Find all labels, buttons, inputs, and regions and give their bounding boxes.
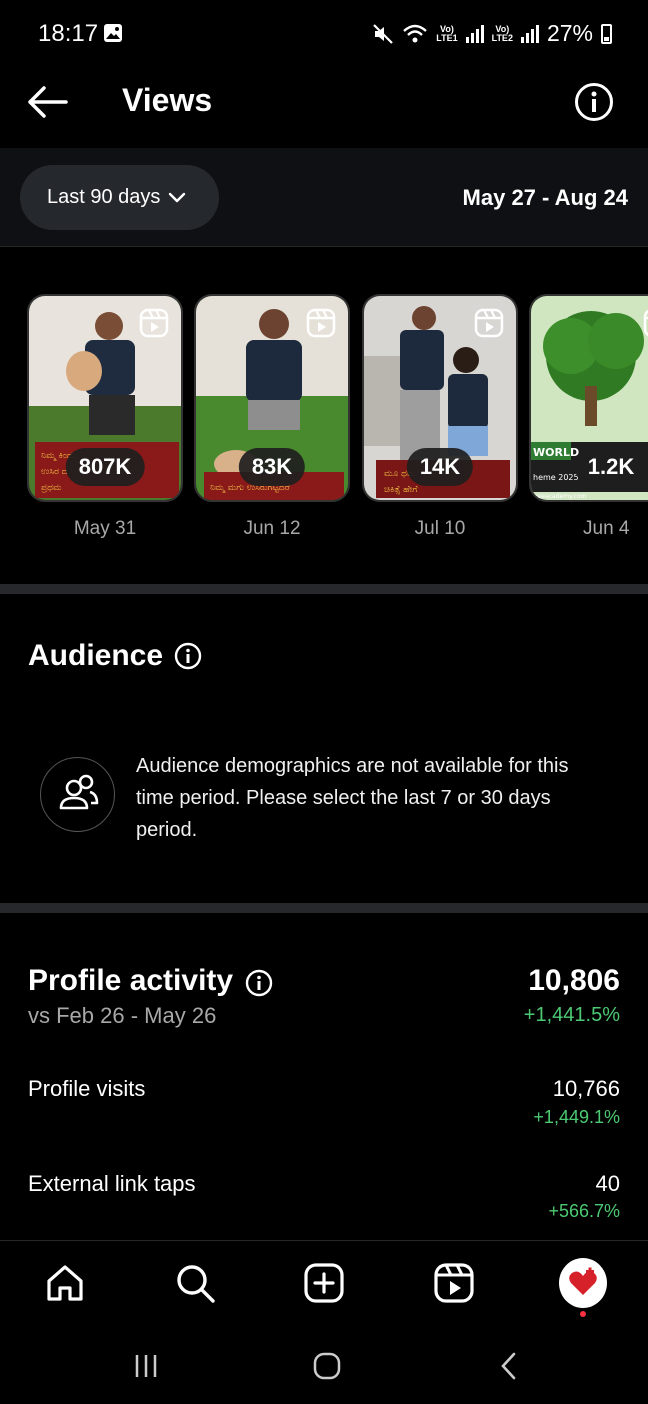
reel-icon	[643, 309, 648, 337]
external-link-taps-label: External link taps	[28, 1171, 196, 1196]
svg-text:ಪ್ರಥಮ: ಪ್ರಥಮ	[41, 483, 62, 493]
date-filter-bar: Last 90 days May 27 - Aug 24	[0, 148, 648, 247]
profile-visits-value: 10,766	[552, 1076, 620, 1101]
home-icon	[47, 1265, 83, 1301]
back-chevron-icon	[501, 1352, 516, 1380]
svg-text:ಉಸಿರ ದ: ಉಸಿರ ದ	[41, 467, 68, 477]
reel-date: Jul 10	[414, 518, 466, 539]
back-system-button[interactable]	[489, 1346, 529, 1386]
date-range-text: May 27 - Aug 24	[462, 185, 628, 210]
reel-card[interactable]: WORLD heme 2025 treeacademy.com 1.2K Jun…	[529, 294, 648, 540]
status-time: 18:17	[38, 20, 99, 47]
reel-card[interactable]: ಮೂ ಥಮ ಚಿಕಿತ್ಸೆ ಹೇಗೆ 14K Jul 10	[362, 294, 518, 540]
reel-views-badge: 807K	[65, 448, 145, 486]
signal-1-icon	[465, 24, 484, 43]
info-icon[interactable]	[574, 82, 614, 122]
nav-search[interactable]	[171, 1259, 219, 1307]
audience-people-badge	[40, 757, 115, 832]
reel-thumbnail[interactable]: ಮೂ ಥಮ ಚಿಕಿತ್ಸೆ ಹೇಗೆ 14K	[362, 294, 518, 502]
recent-apps-icon	[135, 1355, 157, 1377]
reel-views-badge: 83K	[238, 448, 306, 486]
profile-activity-total: 10,806	[528, 964, 620, 997]
network-2-label: Vo) LTE2	[491, 23, 513, 43]
back-arrow-icon[interactable]	[24, 82, 70, 122]
signal-2-icon	[520, 24, 539, 43]
profile-logo-icon	[569, 1267, 597, 1295]
battery-percent: 27%	[546, 20, 593, 46]
system-navigation-bar	[0, 1328, 648, 1404]
search-icon	[177, 1265, 215, 1303]
reel-card[interactable]: ನಿಮ್ಮ ಮಗು ಉಸಿರುಗಟ್ಟಿದರೆ 83K Jun 12	[194, 294, 350, 540]
profile-activity-title: Profile activity	[28, 964, 234, 997]
wifi-icon	[403, 24, 428, 42]
profile-avatar	[559, 1258, 607, 1308]
home-system-button[interactable]	[307, 1346, 347, 1386]
bottom-navigation	[0, 1240, 648, 1328]
reel-thumbnail[interactable]: WORLD heme 2025 treeacademy.com 1.2K	[529, 294, 648, 502]
reel-card[interactable]: ನಿಮ್ಮ ಕಿಂದು ಉಸಿರ ದ ಪ್ರಥಮ 807K May 31	[27, 294, 183, 540]
nav-profile[interactable]	[559, 1258, 607, 1317]
audience-unavailable-message: Audience demographics are not available …	[136, 755, 569, 841]
reel-date: Jun 12	[243, 518, 301, 539]
profile-visits-change: +1,449.1%	[533, 1107, 620, 1127]
nav-create[interactable]	[300, 1259, 348, 1307]
audience-info-icon[interactable]	[174, 642, 202, 670]
profile-activity-compare-period: vs Feb 26 - May 26	[28, 1003, 217, 1028]
svg-text:treeacademy.com: treeacademy.com	[533, 493, 587, 500]
reel-thumbnail[interactable]: ನಿಮ್ಮ ಮಗು ಉಸಿರುಗಟ್ಟಿದರೆ 83K	[194, 294, 350, 502]
nav-home[interactable]	[41, 1259, 89, 1307]
profile-activity-total-change: +1,441.5%	[523, 1004, 620, 1026]
reels-icon	[434, 1263, 474, 1303]
people-icon	[59, 774, 99, 810]
header: Views	[0, 68, 648, 148]
reel-views-badge: 14K	[406, 448, 474, 486]
page-title: Views	[122, 82, 213, 118]
audience-title: Audience	[28, 639, 164, 672]
svg-text:heme 2025: heme 2025	[533, 473, 579, 482]
chevron-down-icon	[169, 192, 186, 202]
date-range-dropdown[interactable]: Last 90 days	[20, 165, 219, 230]
top-content-carousel[interactable]: ನಿಮ್ಮ ಕಿಂದು ಉಸಿರ ದ ಪ್ರಥಮ 807K May 31 ನಿಮ…	[0, 294, 648, 554]
svg-text:WORLD: WORLD	[533, 446, 579, 459]
reel-date: Jun 4	[583, 518, 630, 539]
nav-reels[interactable]	[430, 1259, 478, 1307]
battery-icon	[601, 23, 612, 44]
mute-icon	[373, 23, 394, 44]
reel-views-badge: 1.2K	[574, 448, 648, 486]
section-divider	[0, 584, 648, 594]
reel-icon	[139, 308, 169, 338]
home-circle-icon	[313, 1352, 341, 1380]
reel-date: May 31	[73, 518, 137, 539]
reel-icon	[474, 308, 504, 338]
section-divider	[0, 903, 648, 913]
create-icon	[304, 1263, 344, 1303]
gallery-notification-icon	[104, 24, 122, 42]
date-range-dropdown-label: Last 90 days	[47, 186, 161, 208]
recent-apps-button[interactable]	[126, 1346, 166, 1386]
svg-text:ಚಿಕಿತ್ಸೆ ಹೇಗೆ: ಚಿಕಿತ್ಸೆ ಹೇಗೆ	[384, 485, 418, 495]
external-link-taps-change: +566.7%	[548, 1201, 620, 1221]
external-link-taps-value: 40	[595, 1171, 620, 1196]
reel-thumbnail[interactable]: ನಿಮ್ಮ ಕಿಂದು ಉಸಿರ ದ ಪ್ರಥಮ 807K	[27, 294, 183, 502]
notification-dot	[580, 1311, 586, 1317]
profile-visits-label: Profile visits	[28, 1076, 146, 1101]
status-bar: 18:17 Vo) LTE1 Vo) LTE2 27%	[0, 0, 648, 68]
reel-icon	[306, 308, 336, 338]
profile-activity-info-icon[interactable]	[245, 969, 273, 997]
network-1-label: Vo) LTE1	[436, 23, 458, 43]
